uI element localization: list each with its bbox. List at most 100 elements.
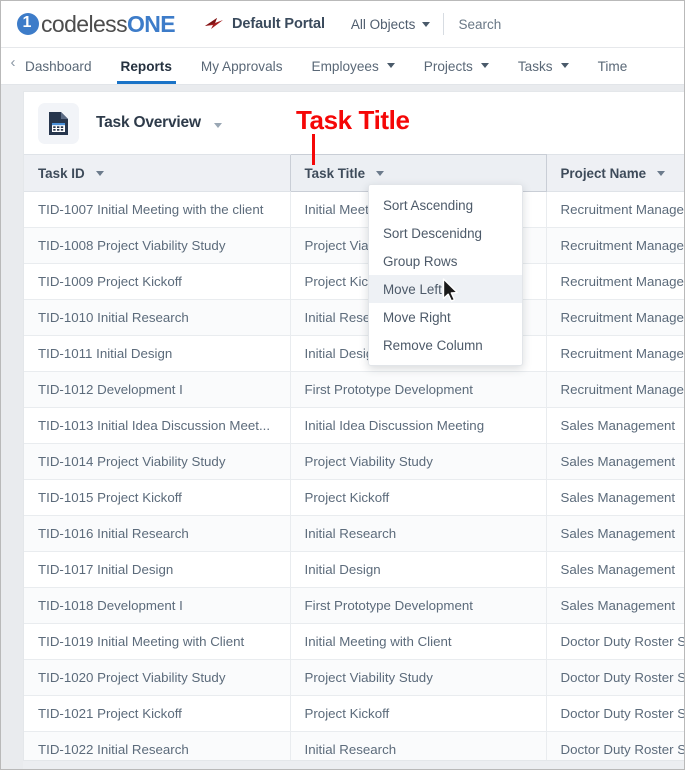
cell-project-name: Sales Management — [545, 587, 684, 624]
portal-selector[interactable]: Default Portal — [204, 15, 325, 33]
chevron-down-icon — [480, 63, 489, 68]
cell-task-title: Initial Research — [289, 515, 546, 552]
cell-project-name: Sales Management — [545, 479, 684, 516]
cell-task-title: Initial Design — [289, 551, 546, 588]
menu-item-label: Sort Descenidng — [383, 225, 482, 241]
app-logo[interactable]: 1 codelessONE — [17, 11, 176, 38]
table-row[interactable]: TID-1020 Project Viability Study Project … — [24, 659, 684, 696]
search-input[interactable] — [444, 13, 595, 35]
table-row[interactable]: TID-1012 Development I First Prototype De… — [24, 371, 684, 408]
table-row[interactable]: TID-1008 Project Viability Study Project … — [24, 227, 684, 264]
column-header-label: Project Name — [560, 165, 647, 181]
menu-item-sort-descending[interactable]: Sort Descenidng — [369, 219, 522, 247]
nav-item-my-approvals[interactable]: My Approvals — [201, 59, 283, 84]
menu-item-label: Group Rows — [383, 253, 458, 269]
column-context-menu: Sort Ascending Sort Descenidng Group Row… — [368, 184, 523, 366]
cell-task-title: Initial Research — [289, 731, 546, 760]
cell-task-title: Project Kickoff — [289, 479, 546, 516]
cell-project-name: Sales Management — [545, 551, 684, 588]
table-row[interactable]: TID-1017 Initial Design Initial Design Sal… — [24, 551, 684, 588]
cell-task-title: First Prototype Development — [289, 371, 546, 408]
nav-label: Time — [597, 59, 628, 74]
cell-project-name: Doctor Duty Roster S — [545, 695, 684, 732]
chevron-down-icon — [560, 63, 569, 68]
menu-item-label: Move Right — [383, 309, 451, 325]
application-window: 1 codelessONE Default Portal All Objects… — [0, 0, 685, 770]
nav-label: Tasks — [517, 59, 553, 74]
table-row[interactable]: TID-1007 Initial Meeting with the client… — [24, 191, 684, 228]
table-body: TID-1007 Initial Meeting with the client… — [24, 191, 684, 760]
cell-task-id: TID-1008 Project Viability Study — [24, 227, 290, 264]
annotation-label: Task Title — [296, 105, 410, 135]
cell-task-id: TID-1014 Project Viability Study — [24, 443, 290, 480]
menu-item-sort-ascending[interactable]: Sort Ascending — [369, 191, 522, 219]
column-header-label: Task Title — [304, 165, 366, 181]
cell-project-name: Recruitment Management — [545, 335, 684, 372]
cell-task-title: First Prototype Development — [289, 587, 546, 624]
nav-scroll-left-icon[interactable]: ‹ — [1, 48, 25, 84]
logo-mark-digit: 1 — [22, 14, 32, 31]
nav-item-dashboard[interactable]: Dashboard — [25, 59, 92, 84]
table-row[interactable]: TID-1014 Project Viability Study Project … — [24, 443, 684, 480]
table-header-row: Task ID Task Title Project Name — [24, 154, 684, 192]
menu-item-move-right[interactable]: Move Right — [369, 303, 522, 331]
chevron-down-icon[interactable] — [657, 170, 666, 176]
nav-item-tasks[interactable]: Tasks — [518, 59, 569, 84]
chevron-down-icon[interactable] — [95, 170, 104, 176]
cell-task-id: TID-1013 Initial Idea Discussion Meet... — [24, 407, 290, 444]
object-filter-dropdown[interactable]: All Objects — [351, 13, 445, 35]
table-row[interactable]: TID-1009 Project Kickoff Project Kickoff R… — [24, 263, 684, 300]
annotation-pointer-line — [312, 134, 315, 165]
menu-item-remove-column[interactable]: Remove Column — [369, 331, 522, 359]
portal-arrow-icon — [205, 18, 224, 29]
primary-navigation: ‹ Dashboard Reports My Approvals Employe… — [1, 48, 684, 85]
top-bar: 1 codelessONE Default Portal All Objects — [1, 1, 684, 48]
cell-task-id: TID-1010 Initial Research — [24, 299, 290, 336]
table-row[interactable]: TID-1021 Project Kickoff Project Kickoff D… — [24, 695, 684, 732]
column-header-task-id[interactable]: Task ID — [24, 154, 290, 192]
chevron-down-icon[interactable] — [376, 170, 385, 176]
nav-label: Reports — [120, 59, 172, 74]
horizontal-scrollbar[interactable] — [23, 761, 684, 769]
menu-item-label: Remove Column — [383, 337, 483, 353]
cell-task-id: TID-1022 Initial Research — [24, 731, 290, 760]
table-row[interactable]: TID-1018 Development I First Prototype De… — [24, 587, 684, 624]
nav-label: My Approvals — [200, 59, 283, 74]
nav-item-time[interactable]: Time — [598, 59, 628, 84]
table-row[interactable]: TID-1013 Initial Idea Discussion Meet...… — [24, 407, 684, 444]
cell-project-name: Sales Management — [545, 407, 684, 444]
report-selector-chevron-down-icon[interactable] — [213, 122, 222, 128]
table-row[interactable]: TID-1015 Project Kickoff Project Kickoff S… — [24, 479, 684, 516]
cell-project-name: Recruitment Management — [545, 371, 684, 408]
logo-wordmark: codelessONE — [41, 11, 176, 38]
cell-task-id: TID-1017 Initial Design — [24, 551, 290, 588]
object-filter-label: All Objects — [350, 16, 416, 32]
nav-label: Projects — [423, 59, 473, 74]
mouse-pointer-icon — [442, 278, 458, 302]
chevron-down-icon — [386, 63, 395, 68]
nav-item-reports[interactable]: Reports — [116, 59, 177, 84]
table-row[interactable]: TID-1019 Initial Meeting with Client Init… — [24, 623, 684, 660]
nav-label: Dashboard — [25, 59, 92, 74]
table-row[interactable]: TID-1011 Initial Design Initial Design Rec… — [24, 335, 684, 372]
portal-label: Default Portal — [232, 16, 325, 32]
nav-item-projects[interactable]: Projects — [424, 59, 489, 84]
table-row[interactable]: TID-1010 Initial Research Initial Researc… — [24, 299, 684, 336]
cell-task-id: TID-1019 Initial Meeting with Client — [24, 623, 290, 660]
cell-task-id: TID-1015 Project Kickoff — [24, 479, 290, 516]
menu-item-group-rows[interactable]: Group Rows — [369, 247, 522, 275]
cell-project-name: Sales Management — [545, 443, 684, 480]
cell-task-id: TID-1018 Development I — [24, 587, 290, 624]
table-row[interactable]: TID-1022 Initial Research Initial Researc… — [24, 731, 684, 760]
cell-task-id: TID-1020 Project Viability Study — [24, 659, 290, 696]
column-header-project-name[interactable]: Project Name — [546, 154, 684, 192]
nav-item-employees[interactable]: Employees — [312, 59, 395, 84]
menu-item-label: Move Left — [383, 281, 442, 297]
column-header-label: Task ID — [38, 165, 85, 181]
cell-task-title: Project Viability Study — [289, 659, 546, 696]
chevron-down-icon — [422, 21, 431, 27]
cell-project-name: Recruitment Management — [545, 299, 684, 336]
cell-task-id: TID-1009 Project Kickoff — [24, 263, 290, 300]
cell-task-id: TID-1007 Initial Meeting with the client — [24, 191, 290, 228]
table-row[interactable]: TID-1016 Initial Research Initial Researc… — [24, 515, 684, 552]
